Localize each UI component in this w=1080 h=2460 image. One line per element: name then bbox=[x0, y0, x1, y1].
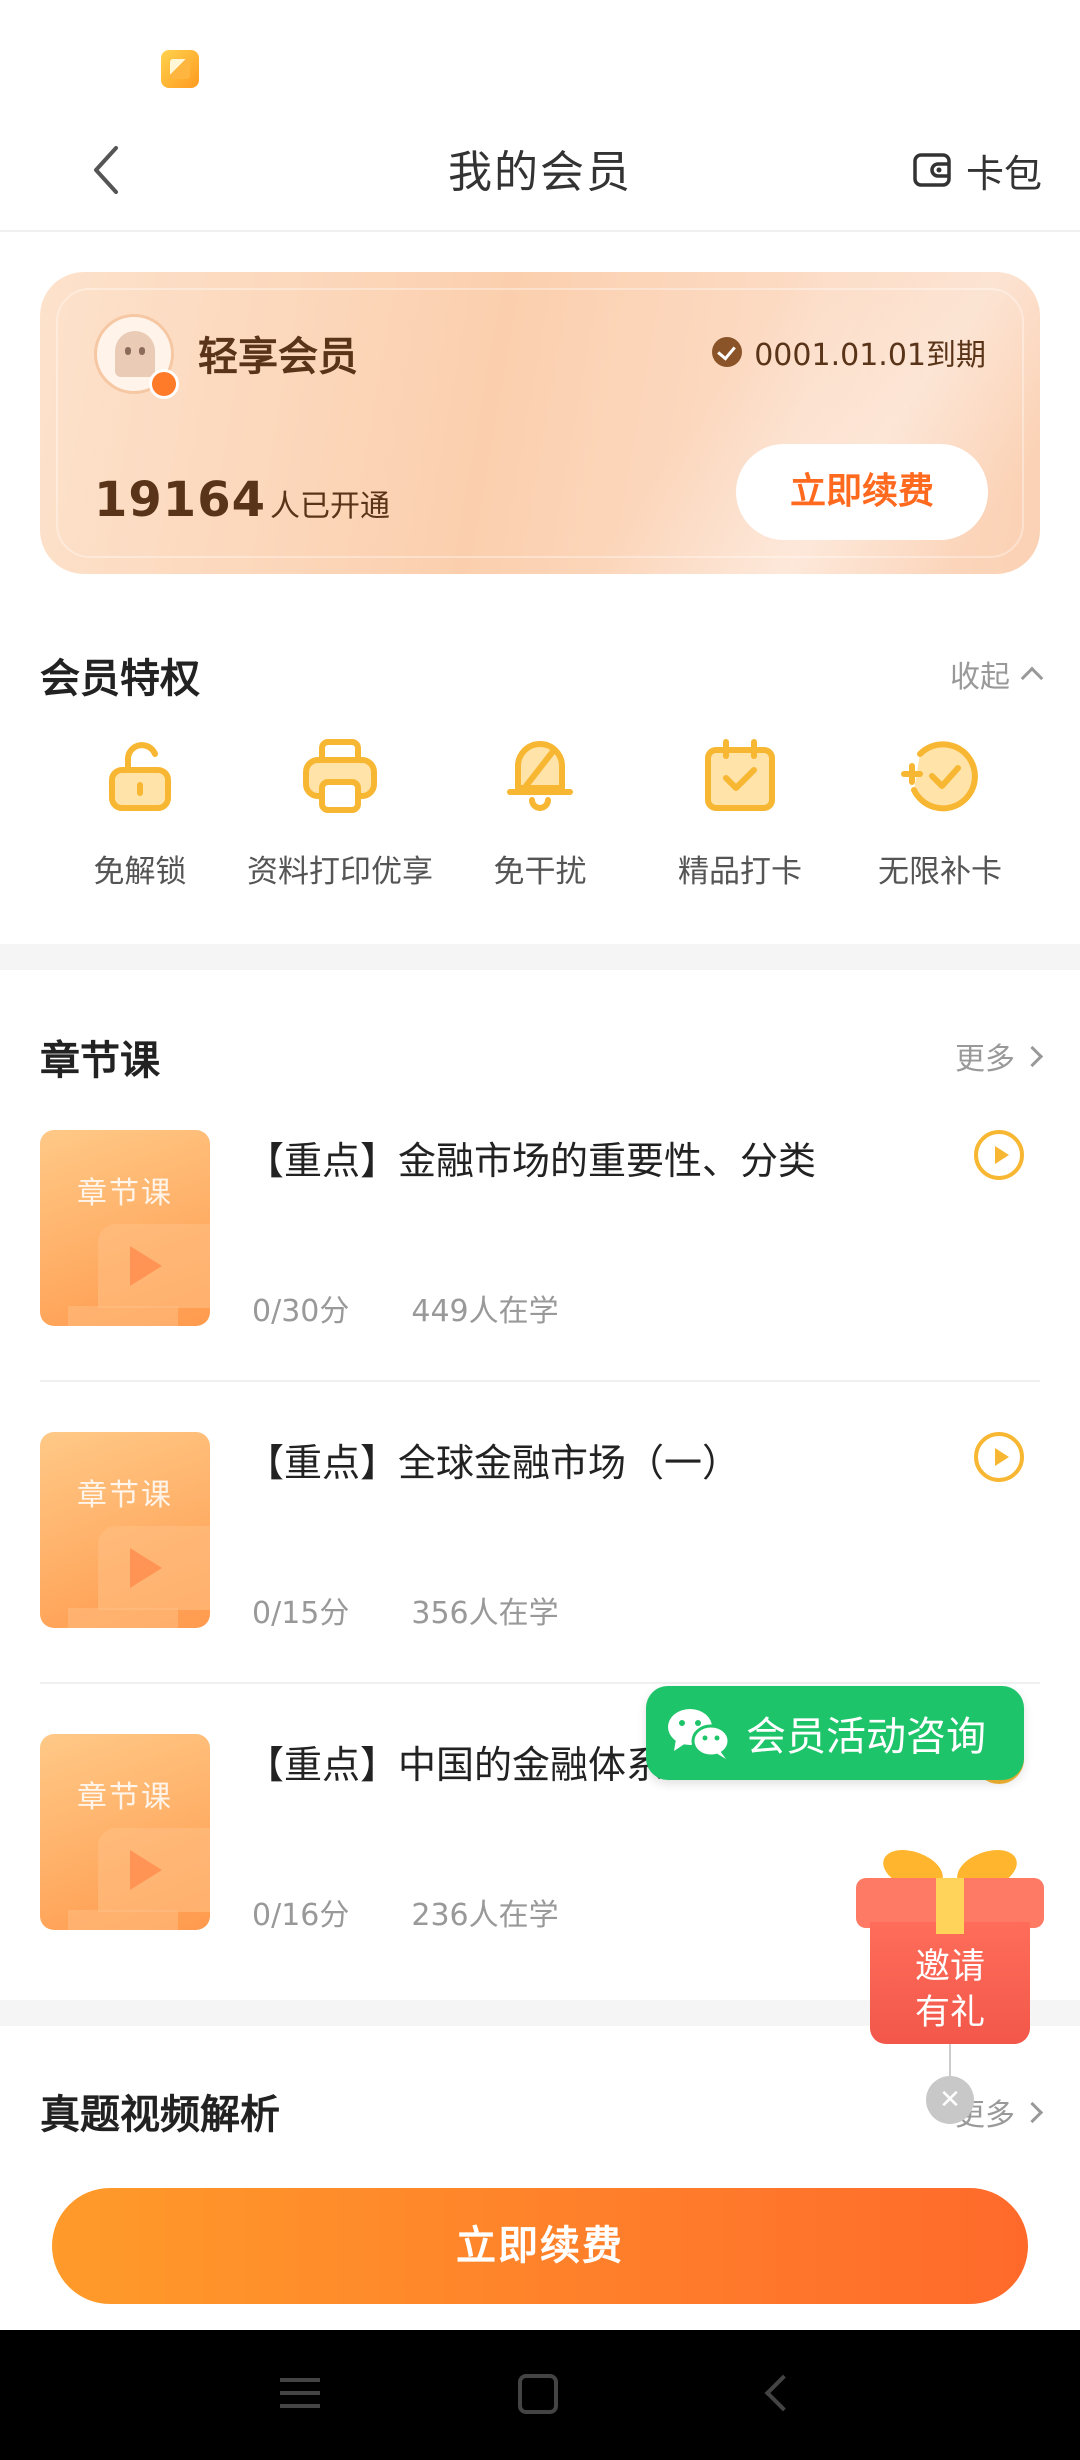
row-divider bbox=[40, 1682, 1040, 1684]
course-meta: 0/30分 449人在学 bbox=[252, 1286, 559, 1330]
invite-gift-label: 邀请 有礼 bbox=[870, 1944, 1030, 2036]
member-count-number: 19164 bbox=[94, 472, 266, 528]
card-renew-button[interactable]: 立即续费 bbox=[736, 444, 988, 540]
vip-badge-icon bbox=[149, 369, 179, 399]
course-meta: 0/15分 356人在学 bbox=[252, 1588, 559, 1632]
videos-title: 真题视频解析 bbox=[40, 2092, 280, 2138]
calendar-check-icon bbox=[705, 739, 775, 811]
course-thumbnail: 章节课 bbox=[40, 1432, 210, 1628]
row-divider bbox=[40, 1380, 1040, 1382]
thumbnail-base bbox=[68, 1306, 178, 1326]
thumbnail-base bbox=[68, 1910, 178, 1930]
privileges-title: 会员特权 bbox=[40, 656, 200, 702]
privilege-item-checkin[interactable]: 精品打卡 bbox=[640, 736, 840, 891]
check-circle-icon bbox=[712, 337, 743, 367]
thumbnail-label: 章节课 bbox=[77, 1780, 173, 1815]
course-learners: 356人在学 bbox=[411, 1596, 559, 1631]
home-icon[interactable] bbox=[518, 2374, 558, 2414]
course-item[interactable]: 章节课 【重点】全球金融市场（一） 0/15分 356人在学 bbox=[40, 1432, 1040, 1631]
course-title: 【重点】中国的金融体系 bbox=[246, 1743, 665, 1787]
thumbnail-base bbox=[68, 1608, 178, 1628]
member-count: 19164 人已开通 bbox=[94, 472, 390, 528]
thumbnail-play-icon bbox=[130, 1850, 162, 1890]
chevron-up-icon bbox=[1020, 666, 1044, 690]
course-learners: 449人在学 bbox=[411, 1294, 559, 1329]
renew-button[interactable]: 立即续费 bbox=[52, 2188, 1028, 2304]
privilege-item-unlock[interactable]: 免解锁 bbox=[40, 736, 240, 891]
wechat-consult-button[interactable]: 会员活动咨询 bbox=[646, 1686, 1024, 1780]
member-count-suffix: 人已开通 bbox=[270, 489, 390, 524]
course-score: 0/15分 bbox=[252, 1596, 350, 1631]
privilege-item-makeup[interactable]: 无限补卡 bbox=[840, 736, 1040, 891]
privilege-item-no-disturb[interactable]: 免干扰 bbox=[440, 736, 640, 891]
course-thumbnail: 章节课 bbox=[40, 1130, 210, 1326]
section-divider bbox=[0, 944, 1080, 970]
printer-icon bbox=[303, 739, 377, 813]
app-notification-icon bbox=[161, 50, 199, 88]
privilege-label: 免干扰 bbox=[493, 854, 587, 890]
add-check-icon bbox=[901, 741, 978, 812]
thumbnail-play-icon bbox=[130, 1548, 162, 1588]
gift-ribbon bbox=[936, 1878, 964, 1934]
wechat-consult-label: 会员活动咨询 bbox=[746, 1714, 986, 1760]
privilege-label: 免解锁 bbox=[93, 854, 187, 890]
mute-bell-icon bbox=[507, 741, 573, 811]
wechat-icon bbox=[668, 1709, 731, 1759]
chapters-more-button[interactable]: 更多 bbox=[955, 1034, 1044, 1078]
thumbnail-label: 章节课 bbox=[77, 1478, 173, 1513]
nav-back-icon[interactable] bbox=[764, 2374, 802, 2412]
member-expiry: 0001.01.01到期 bbox=[712, 330, 986, 374]
status-bar bbox=[0, 0, 1080, 110]
course-thumbnail: 章节课 bbox=[40, 1734, 210, 1930]
course-item[interactable]: 章节课 【重点】金融市场的重要性、分类 0/30分 449人在学 bbox=[40, 1130, 1040, 1329]
bottom-bar: 立即续费 bbox=[0, 2160, 1080, 2330]
thumbnail-play-icon bbox=[130, 1246, 162, 1286]
chapters-title: 章节课 bbox=[40, 1038, 160, 1084]
course-title: 【重点】全球金融市场（一） bbox=[246, 1441, 741, 1485]
course-title: 【重点】金融市场的重要性、分类 bbox=[246, 1139, 817, 1183]
system-nav-bar bbox=[0, 2330, 1080, 2460]
close-icon[interactable]: ✕ bbox=[926, 2076, 974, 2124]
wallet-icon bbox=[913, 153, 951, 187]
course-score: 0/30分 bbox=[252, 1294, 350, 1329]
privilege-list: 免解锁 资料打印优享 免干扰 精品打卡 无限补卡 bbox=[40, 736, 1040, 891]
privilege-label: 资料打印优享 bbox=[247, 854, 433, 890]
menu-icon[interactable] bbox=[280, 2376, 320, 2410]
collapse-label: 收起 bbox=[950, 660, 1010, 695]
more-label: 更多 bbox=[955, 1042, 1015, 1077]
unlock-icon bbox=[109, 742, 171, 811]
expiry-text: 0001.01.01到期 bbox=[754, 338, 986, 373]
play-circle-icon[interactable] bbox=[974, 1432, 1024, 1482]
member-level-name: 轻享会员 bbox=[198, 334, 358, 380]
invite-gift-line2: 有礼 bbox=[914, 1993, 985, 2033]
invite-gift-button[interactable]: 邀请 有礼 bbox=[856, 1842, 1044, 2044]
course-learners: 236人在学 bbox=[411, 1898, 559, 1933]
wallet-label: 卡包 bbox=[965, 151, 1042, 196]
course-meta: 0/16分 236人在学 bbox=[252, 1890, 559, 1934]
invite-gift-line1: 邀请 bbox=[914, 1947, 985, 1987]
member-card: 轻享会员 0001.01.01到期 19164 人已开通 立即续费 bbox=[40, 272, 1040, 574]
course-score: 0/16分 bbox=[252, 1898, 350, 1933]
privilege-item-print[interactable]: 资料打印优享 bbox=[240, 736, 440, 891]
privilege-label: 无限补卡 bbox=[878, 854, 1002, 890]
wallet-button[interactable]: 卡包 bbox=[912, 140, 1042, 200]
privilege-label: 精品打卡 bbox=[678, 854, 802, 890]
thumbnail-label: 章节课 bbox=[77, 1176, 173, 1211]
member-avatar bbox=[94, 314, 179, 399]
ghost-avatar-icon bbox=[115, 331, 155, 377]
collapse-button[interactable]: 收起 bbox=[950, 652, 1044, 696]
header: 我的会员 卡包 bbox=[0, 110, 1080, 232]
chevron-right-icon bbox=[1021, 2101, 1044, 2123]
chevron-right-icon bbox=[1021, 1045, 1044, 1067]
play-circle-icon[interactable] bbox=[974, 1130, 1024, 1180]
